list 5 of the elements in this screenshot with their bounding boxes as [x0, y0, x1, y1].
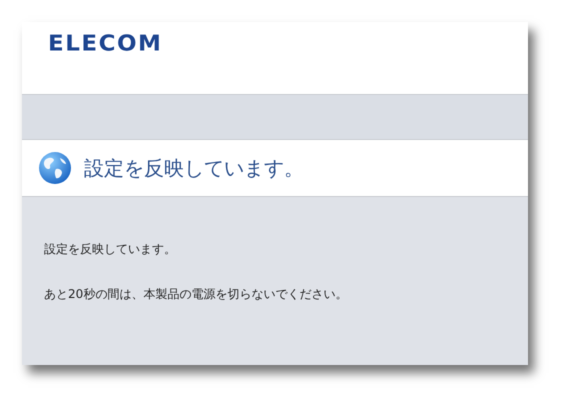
page-title: 設定を反映しています。 [84, 154, 304, 182]
globe-icon [38, 151, 72, 185]
brand-logo: ELECOM [48, 32, 162, 56]
status-message: あと20秒の間は、本製品の電源を切らないでください。 [44, 286, 348, 303]
status-message: 設定を反映しています。 [44, 241, 177, 258]
